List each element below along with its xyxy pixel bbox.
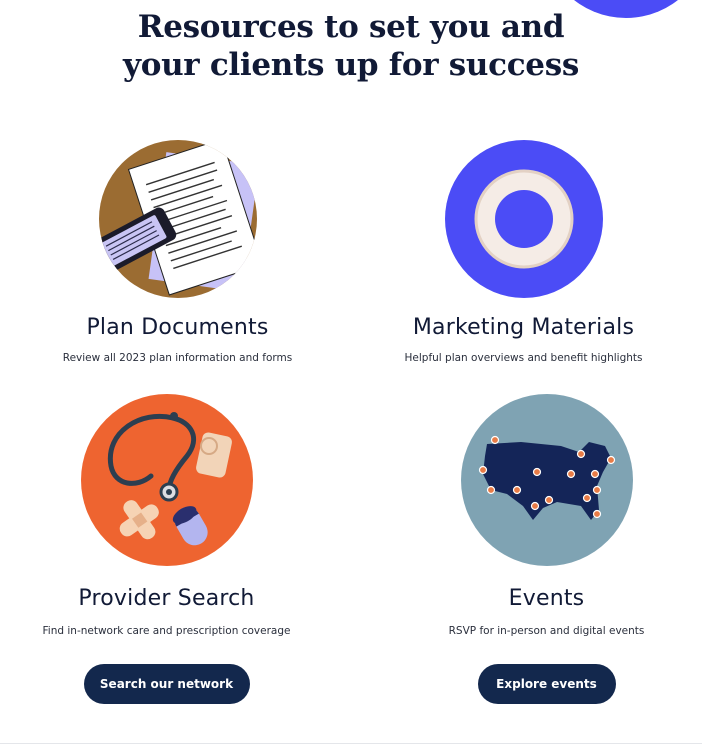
card-title: Marketing Materials	[412, 315, 635, 340]
card-title: Provider Search	[78, 586, 255, 611]
footer-divider	[0, 743, 702, 744]
card-title: Plan Documents	[86, 315, 269, 340]
explore-events-button[interactable]: Explore events	[477, 664, 616, 704]
plan-documents-card: Plan Documents Review all 2023 plan info…	[2, 140, 353, 364]
us-map-pins-icon	[460, 394, 633, 566]
card-description: Find in-network care and prescription co…	[42, 625, 291, 637]
page-headline: Resources to set you and your clients up…	[0, 8, 702, 84]
marketing-materials-card: Marketing Materials Helpful plan overvie…	[348, 140, 699, 364]
headline-line-1: Resources to set you and	[137, 9, 565, 45]
documents-phone-icon	[98, 140, 257, 298]
medical-supplies-icon	[80, 394, 253, 566]
search-network-button[interactable]: Search our network	[83, 664, 250, 704]
card-description: Helpful plan overviews and benefit highl…	[404, 352, 643, 364]
ring-icon	[444, 140, 603, 298]
card-description: Review all 2023 plan information and for…	[62, 352, 293, 364]
provider-search-card: Provider Search Find in-network care and…	[0, 394, 342, 704]
card-title: Events	[508, 586, 585, 611]
headline-line-2: your clients up for success	[122, 47, 580, 83]
events-card: Events RSVP for in-person and digital ev…	[371, 394, 702, 704]
card-description: RSVP for in-person and digital events	[448, 625, 645, 637]
